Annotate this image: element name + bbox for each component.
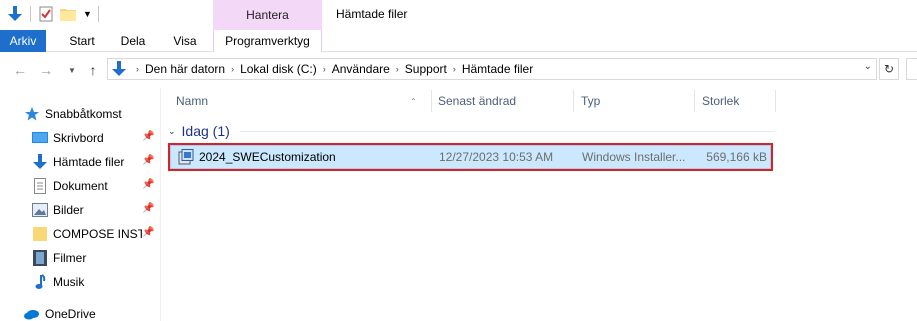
column-header-label: Storlek	[702, 94, 740, 108]
quick-access-toolbar: ▼	[6, 4, 99, 24]
tab-start[interactable]: Start	[60, 30, 104, 52]
group-label: Idag (1)	[181, 123, 230, 139]
breadcrumb-item[interactable]: Lokal disk (C:)	[240, 62, 317, 76]
search-input[interactable]	[906, 58, 917, 80]
sidebar-item-filmer[interactable]: Filmer	[32, 247, 160, 269]
pin-icon[interactable]: 📌	[142, 203, 154, 214]
sidebar-item-hamtade-filer[interactable]: Hämtade filer 📌	[32, 151, 160, 173]
chevron-right-icon[interactable]: ›	[136, 64, 139, 74]
tab-arkiv[interactable]: Arkiv	[0, 30, 46, 52]
chevron-right-icon[interactable]: ›	[231, 64, 234, 74]
pin-icon[interactable]: 📌	[142, 131, 154, 142]
group-divider	[240, 131, 775, 132]
tab-programverktyg[interactable]: Programverktyg	[213, 30, 322, 52]
breadcrumb-item[interactable]: Användare	[332, 62, 390, 76]
download-icon	[32, 154, 48, 170]
pin-icon[interactable]: 📌	[142, 227, 155, 238]
address-row: ← → ▼ ↑ › Den här datorn › Lokal disk (C…	[0, 52, 917, 88]
sidebar-item-label: Skrivbord	[53, 131, 104, 145]
column-header-type[interactable]: Typ	[575, 88, 695, 114]
breadcrumb-item[interactable]: Support	[405, 62, 447, 76]
ribbon-tabs: Arkiv Start Dela Visa Programverktyg	[0, 30, 917, 52]
desktop-icon	[32, 130, 48, 146]
sidebar-item-label: Bilder	[53, 203, 84, 217]
navigation-pane: Snabbåtkomst Skrivbord 📌 Hämtade filer 📌…	[0, 88, 160, 321]
column-header-size[interactable]: Storlek	[696, 88, 776, 114]
sidebar-item-label: COMPOSE INSTA	[53, 227, 153, 241]
properties-icon[interactable]	[37, 5, 55, 23]
toolbar-separator	[30, 6, 31, 22]
sidebar-item-label: OneDrive	[45, 307, 96, 321]
column-header-name[interactable]: Namn ⌃	[170, 88, 432, 114]
download-arrow-icon[interactable]	[6, 5, 24, 23]
folder-icon	[32, 226, 48, 242]
title-bar: ▼ Hantera Hämtade filer	[0, 0, 917, 30]
group-header[interactable]: ⌄ Idag (1)	[168, 121, 230, 141]
chevron-right-icon[interactable]: ›	[453, 64, 456, 74]
recent-locations-icon[interactable]: ▼	[64, 62, 80, 78]
column-header-label: Namn	[176, 94, 209, 108]
highlight-box	[168, 143, 773, 171]
new-folder-icon[interactable]	[59, 5, 77, 23]
sidebar-item-bilder[interactable]: Bilder 📌	[32, 199, 160, 221]
sidebar-item-label: Hämtade filer	[53, 155, 125, 169]
sidebar-item-label: Filmer	[53, 251, 87, 265]
film-icon	[32, 250, 48, 266]
chevron-right-icon[interactable]: ›	[396, 64, 399, 74]
sort-ascending-icon: ⌃	[410, 97, 417, 106]
music-icon	[32, 274, 48, 290]
address-bar[interactable]: › Den här datorn › Lokal disk (C:) › Anv…	[107, 58, 877, 80]
column-header-label: Senast ändrad	[438, 94, 517, 108]
customize-toolbar-dropdown[interactable]: ▼	[83, 9, 92, 19]
star-icon	[24, 106, 40, 122]
address-dropdown-icon[interactable]: ⌄	[864, 61, 872, 72]
chevron-right-icon[interactable]: ›	[323, 64, 326, 74]
breadcrumb-item[interactable]: Den här datorn	[145, 62, 225, 76]
tab-dela[interactable]: Dela	[110, 30, 156, 52]
up-arrow-icon[interactable]: ↑	[85, 62, 101, 78]
chevron-down-icon[interactable]: ⌄	[168, 126, 176, 137]
context-tab-header: Hantera	[213, 0, 322, 30]
sidebar-item-label: Musik	[53, 275, 85, 289]
sidebar-item-skrivbord[interactable]: Skrivbord 📌	[32, 127, 160, 149]
sidebar-item-label: Snabbåtkomst	[45, 107, 122, 121]
window-title: Hämtade filer	[336, 7, 408, 21]
breadcrumb-item[interactable]: Hämtade filer	[462, 62, 533, 76]
sidebar-item-label: Dokument	[53, 179, 108, 193]
document-icon	[32, 178, 48, 194]
column-header-date[interactable]: Senast ändrad	[432, 88, 574, 114]
sidebar-item-musik[interactable]: Musik	[32, 271, 160, 293]
forward-arrow-icon[interactable]: →	[38, 62, 54, 78]
pin-icon[interactable]: 📌	[142, 179, 154, 190]
column-header-label: Typ	[581, 94, 601, 108]
toolbar-separator	[97, 6, 99, 22]
tab-visa[interactable]: Visa	[162, 30, 208, 52]
downloads-folder-icon	[108, 59, 130, 79]
sidebar-item-dokument[interactable]: Dokument 📌	[32, 175, 160, 197]
breadcrumb: › Den här datorn › Lokal disk (C:) › Anv…	[130, 62, 533, 76]
refresh-icon[interactable]: ↻	[879, 58, 899, 80]
back-arrow-icon[interactable]: ←	[12, 62, 28, 78]
pane-divider	[160, 88, 161, 321]
pin-icon[interactable]: 📌	[142, 155, 154, 166]
cloud-icon	[24, 306, 40, 321]
sidebar-item-compose-insta[interactable]: COMPOSE INSTA 📌	[32, 223, 160, 245]
pictures-icon	[32, 202, 48, 218]
